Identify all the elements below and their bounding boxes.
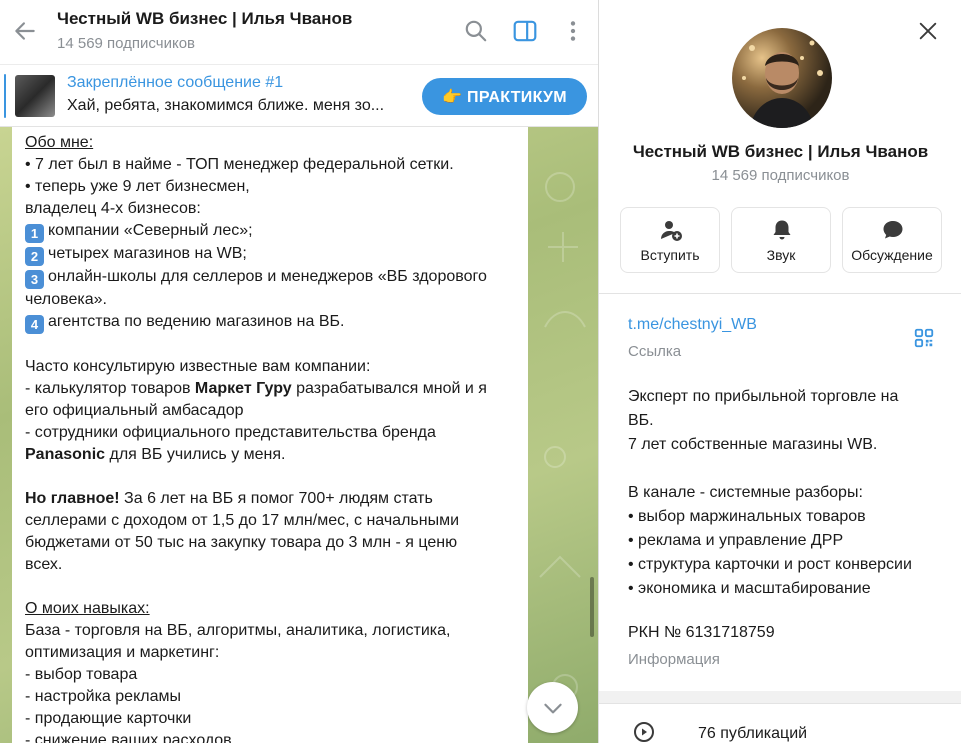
channel-description: Эксперт по прибыльной торговле на ВБ. 7 … — [628, 388, 912, 597]
message-line: • теперь уже 9 лет бизнесмен, — [25, 178, 250, 195]
search-icon[interactable] — [463, 18, 489, 44]
chat-column: Честный WB бизнес | Илья Чванов 14 569 п… — [0, 0, 598, 743]
message-line: Panasonic для ВБ учились у меня. — [25, 446, 286, 463]
chat-scrollbar[interactable] — [590, 577, 594, 637]
sound-button[interactable]: Звук — [731, 207, 831, 273]
about-heading: Обо мне: — [25, 134, 94, 151]
message-line: - снижение ваших расходов — [25, 732, 232, 743]
message-line: - калькулятор товаров Маркет Гуру разраб… — [25, 380, 487, 397]
chevron-down-icon — [543, 703, 562, 713]
message-line: его официальный амбасадор — [25, 402, 244, 419]
message-line: владелец 4-х бизнесов: — [25, 200, 201, 217]
pinned-indicator — [4, 74, 6, 118]
message-line: оптимизация и маркетинг: — [25, 644, 220, 661]
message-line: селлерами с доходом от 1,5 до 17 млн/мес… — [25, 512, 460, 529]
message-line: - настройка рекламы — [25, 688, 181, 705]
chat-header[interactable]: Честный WB бизнес | Илья Чванов 14 569 п… — [0, 0, 598, 64]
add-user-icon — [661, 221, 682, 241]
keycap-1-icon: 1 — [25, 224, 44, 243]
profile-subscribers: 14 569 подписчиков — [711, 167, 850, 184]
practicum-button[interactable]: 👉 ПРАКТИКУМ — [422, 78, 587, 115]
business-item: 4 агентства по ведению магазинов на ВБ. — [25, 311, 516, 334]
business-item: 2 четырех магазинов на WB; — [25, 243, 516, 266]
more-vertical-icon[interactable] — [560, 18, 586, 44]
message-line: всех. — [25, 556, 63, 573]
message-line: - выбор товара — [25, 666, 138, 683]
rkn-number: РКН № 6131718759 — [628, 624, 775, 641]
message-line: База - торговля на ВБ, алгоритмы, аналит… — [25, 622, 451, 639]
keycap-3-icon: 3 — [25, 270, 44, 289]
discussion-button[interactable]: Обсуждение — [842, 207, 942, 273]
keycap-4-icon: 4 — [25, 315, 44, 334]
channel-link[interactable]: t.me/chestnyi_WB — [628, 316, 757, 334]
skills-heading: О моих навыках: — [25, 600, 150, 617]
chat-title[interactable]: Честный WB бизнес | Илья Чванов — [57, 9, 352, 29]
message-line: Но главное! За 6 лет на ВБ я помог 700+ … — [25, 490, 433, 507]
keycap-2-icon: 2 — [25, 247, 44, 266]
qr-code-icon[interactable] — [913, 327, 935, 349]
back-arrow-icon[interactable] — [12, 18, 38, 44]
message-line: • 7 лет был в найме - ТОП менеджер федер… — [25, 156, 454, 173]
chat-area: Обо мне: • 7 лет был в найме - ТОП менед… — [0, 127, 598, 743]
message-line: - продающие карточки — [25, 710, 192, 727]
business-item: 1 компании «Северный лес»; — [25, 220, 516, 243]
subscriber-count: 14 569 подписчиков — [57, 35, 196, 52]
scroll-to-bottom-button[interactable] — [527, 682, 578, 733]
profile-info: t.me/chestnyi_WB Ссылка Эксперт по прибы… — [599, 293, 961, 691]
bell-icon — [773, 220, 791, 240]
business-item: 3 онлайн-школы для селлеров и менеджеров … — [25, 266, 516, 289]
message-bubble: Обо мне: • 7 лет был в найме - ТОП менед… — [12, 127, 528, 743]
sidebar-toggle-icon[interactable] — [512, 18, 538, 44]
pinned-preview[interactable]: Хай, ребята, знакомимся ближе. меня зо..… — [67, 97, 407, 115]
message-line: человека». — [25, 291, 107, 308]
chat-bubble-icon — [883, 221, 903, 239]
pinned-message-bar[interactable]: Закреплённое сообщение #1 Хай, ребята, з… — [0, 64, 598, 127]
publications-row[interactable]: 76 публикаций — [599, 703, 961, 743]
info-label: Информация — [628, 651, 720, 668]
message-line: Часто консультирую известные вам компани… — [25, 358, 371, 375]
message-line: бюджетами от 50 тыс на закупку товара до… — [25, 534, 458, 551]
close-icon[interactable] — [917, 20, 939, 42]
link-label: Ссылка — [628, 343, 682, 360]
avatar-portrait — [742, 40, 823, 128]
pinned-thumbnail — [15, 75, 55, 117]
profile-title: Честный WB бизнес | Илья Чванов — [632, 142, 929, 161]
avatar[interactable] — [732, 28, 832, 128]
join-button[interactable]: Вступить — [620, 207, 720, 273]
pinned-title[interactable]: Закреплённое сообщение #1 — [67, 74, 283, 92]
message-line: - сотрудники официального представительс… — [25, 424, 436, 441]
profile-header: Честный WB бизнес | Илья Чванов 14 569 п… — [599, 0, 961, 293]
profile-panel: Честный WB бизнес | Илья Чванов 14 569 п… — [598, 0, 961, 743]
media-play-icon — [634, 722, 654, 742]
publications-count: 76 публикаций — [698, 725, 808, 742]
